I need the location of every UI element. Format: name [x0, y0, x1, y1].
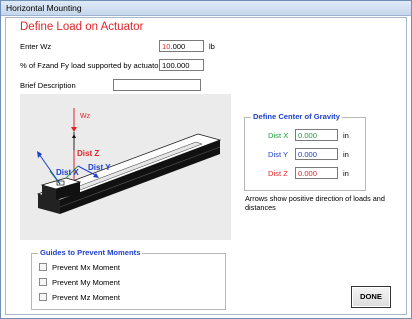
cog-dist-x-input[interactable]: 0.000: [295, 129, 338, 141]
wz-arrow-label: Wz: [80, 113, 91, 120]
cog-dist-z-input[interactable]: 0.000: [295, 167, 338, 179]
prevent-mx-checkbox[interactable]: [39, 263, 47, 271]
dist-y-label: Dist Y: [88, 163, 111, 172]
load-percent-label: % of Fzand Fy load supported by actuator: [20, 61, 161, 70]
dialog-body: Define Load on Actuator Enter Wz 10.000 …: [5, 17, 407, 315]
center-of-gravity-group: Define Center of Gravity Dist X 0.000 in…: [244, 112, 366, 191]
horizontal-mounting-window: Horizontal Mounting Define Load on Actua…: [0, 0, 412, 319]
cog-dist-y-label: Dist Y: [268, 150, 289, 159]
prevent-my-checkbox[interactable]: [39, 278, 47, 286]
wz-input[interactable]: 10.000: [159, 40, 204, 52]
actuator-illustration: Wz Dist Z Dist X Dist Y: [20, 94, 231, 240]
prevent-mx-label: Prevent Mx Moment: [52, 263, 120, 272]
cog-dist-x-unit: in: [343, 131, 349, 140]
prevent-mz-label: Prevent Mz Moment: [52, 293, 120, 302]
cog-dist-z-unit: in: [343, 169, 349, 178]
cog-dist-z-label: Dist Z: [268, 169, 288, 178]
page-title: Define Load on Actuator: [20, 21, 144, 33]
wz-unit: lb: [209, 42, 215, 51]
wz-label: Enter Wz: [20, 42, 52, 51]
cog-dist-x-label: Dist X: [268, 131, 289, 140]
guides-title: Guides to Prevent Moments: [38, 248, 143, 257]
dist-x-label: Dist X: [56, 168, 79, 177]
cog-dist-y-input[interactable]: 0.000: [295, 148, 338, 160]
guides-group: Guides to Prevent Moments Prevent Mx Mom…: [31, 248, 226, 310]
load-percent-input[interactable]: 100.000: [159, 59, 204, 71]
description-input[interactable]: [113, 79, 201, 91]
done-button[interactable]: DONE: [351, 286, 391, 308]
title-bar: Horizontal Mounting: [1, 1, 411, 16]
prevent-mz-checkbox[interactable]: [39, 293, 47, 301]
window-title: Horizontal Mounting: [6, 3, 82, 13]
dist-z-label: Dist Z: [77, 149, 99, 158]
wz-value-rest: .000: [170, 42, 186, 51]
arrows-note: Arrows show positive direction of loads …: [245, 194, 385, 212]
actuator-drawing: Wz Dist Z Dist X Dist Y: [36, 108, 222, 214]
cog-title: Define Center of Gravity: [251, 112, 342, 121]
prevent-my-label: Prevent My Moment: [52, 278, 120, 287]
description-label: Brief Description: [20, 81, 76, 90]
cog-dist-y-unit: in: [343, 150, 349, 159]
